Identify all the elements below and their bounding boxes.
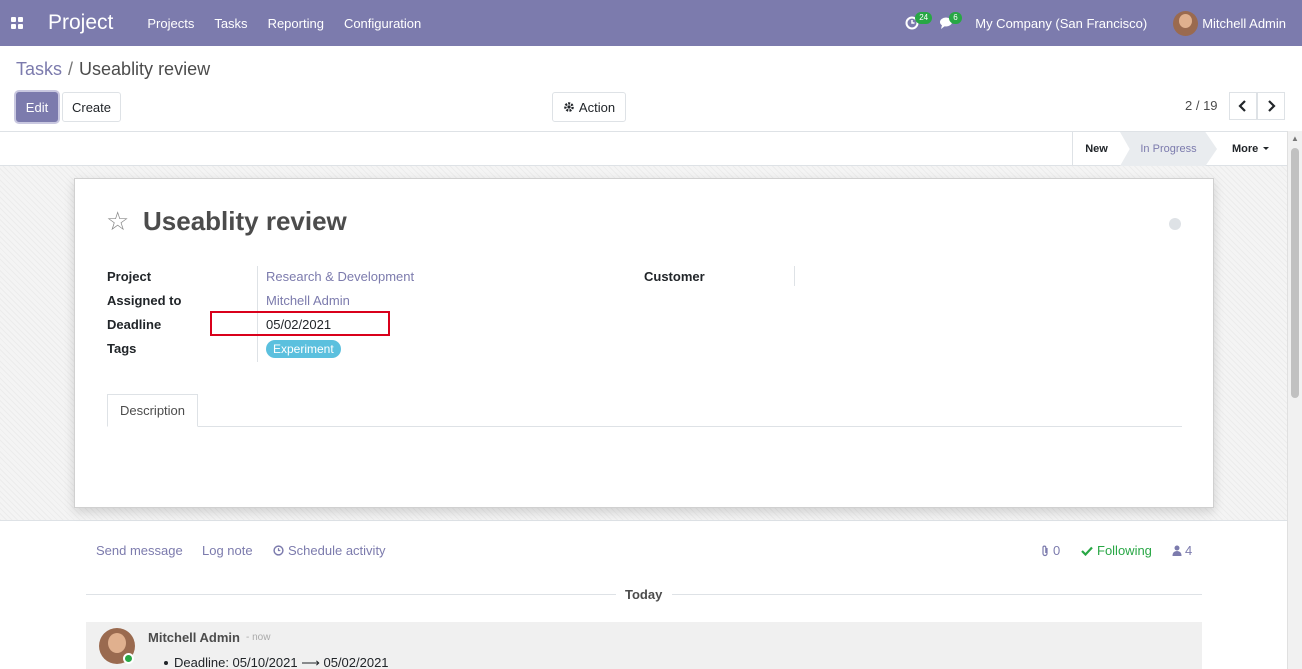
gear-icon <box>564 102 574 112</box>
attachments-count: 0 <box>1053 543 1061 558</box>
messaging-menu[interactable]: 6 <box>939 0 962 46</box>
menu-configuration[interactable]: Configuration <box>344 16 421 31</box>
chevron-left-icon <box>1238 100 1246 112</box>
pager-previous-button[interactable] <box>1229 92 1257 120</box>
message-tracking-value: Deadline: 05/10/2021 ⟶ 05/02/2021 <box>164 655 389 669</box>
scrollbar[interactable]: ▲ <box>1287 131 1302 669</box>
action-label: Action <box>578 99 616 115</box>
chevron-right-icon <box>1268 100 1276 112</box>
assigned-to-value[interactable]: Mitchell Admin <box>266 293 350 308</box>
date-separator: Today <box>625 587 663 602</box>
schedule-activity-label: Schedule activity <box>288 543 386 558</box>
navbar-systray: 24 6 My Company (San Francisco) Mitchell… <box>905 0 1302 46</box>
project-label: Project <box>107 269 152 284</box>
online-status-icon <box>123 653 134 664</box>
clock-icon <box>273 545 284 556</box>
stage-new[interactable]: New <box>1072 132 1120 166</box>
user-icon <box>1172 545 1182 556</box>
assigned-to-label: Assigned to <box>107 293 182 308</box>
breadcrumb: Tasks / Useablity review <box>16 59 210 80</box>
status-bar: New In Progress More <box>0 131 1287 166</box>
log-note-button[interactable]: Log note <box>202 543 253 558</box>
activity-count-badge: 24 <box>915 12 933 24</box>
top-navbar: Project Projects Tasks Reporting Configu… <box>0 0 1302 46</box>
stage-more-dropdown[interactable]: More <box>1232 132 1270 166</box>
star-icon[interactable]: ☆ <box>106 208 129 234</box>
activity-menu[interactable]: 24 <box>905 0 933 46</box>
create-button[interactable]: Create <box>62 92 121 122</box>
app-brand[interactable]: Project <box>48 11 113 35</box>
pager-next-button[interactable] <box>1257 92 1285 120</box>
user-menu[interactable]: Mitchell Admin <box>1202 16 1286 31</box>
attachments-button[interactable]: 0 <box>1040 543 1060 558</box>
kanban-state-indicator[interactable] <box>1169 218 1181 230</box>
followers-count: 4 <box>1185 543 1193 558</box>
deadline-value: 05/02/2021 <box>266 317 332 332</box>
tags-label: Tags <box>107 341 137 356</box>
pager-value[interactable]: 2 / 19 <box>1185 98 1218 113</box>
message-author[interactable]: Mitchell Admin <box>148 630 240 645</box>
deadline-label: Deadline <box>107 317 162 332</box>
tabs-divider <box>107 426 1182 427</box>
scroll-up-arrow-icon[interactable]: ▲ <box>1291 134 1299 143</box>
action-button[interactable]: Action <box>552 92 626 122</box>
message-timestamp: - now <box>246 632 271 643</box>
tab-description[interactable]: Description <box>107 394 198 427</box>
caret-down-icon <box>1263 147 1270 150</box>
today-divider-left <box>86 594 616 595</box>
stage-in-progress[interactable]: In Progress <box>1120 132 1217 166</box>
followers-button[interactable]: 4 <box>1172 543 1192 558</box>
breadcrumb-separator: / <box>68 59 74 79</box>
apps-menu-icon[interactable] <box>0 0 34 46</box>
tag-badge[interactable]: Experiment <box>266 340 341 358</box>
project-value[interactable]: Research & Development <box>266 269 414 284</box>
check-icon <box>1081 546 1093 556</box>
user-avatar[interactable] <box>1173 10 1199 36</box>
schedule-activity-button[interactable]: Schedule activity <box>273 543 386 558</box>
today-divider-right <box>672 594 1202 595</box>
paperclip-icon <box>1042 545 1048 556</box>
following-label: Following <box>1097 543 1152 558</box>
messages-count-badge: 6 <box>949 12 962 24</box>
menu-reporting[interactable]: Reporting <box>268 16 324 31</box>
field-divider-customer <box>794 266 795 286</box>
stage-more-label: More <box>1232 143 1259 155</box>
edit-button[interactable]: Edit <box>16 92 58 122</box>
company-switcher[interactable]: My Company (San Francisco) <box>975 16 1147 31</box>
menu-projects[interactable]: Projects <box>147 16 194 31</box>
following-button[interactable]: Following <box>1081 543 1152 558</box>
customer-label: Customer <box>644 269 705 284</box>
scrollbar-thumb[interactable] <box>1291 148 1299 398</box>
breadcrumb-current: Useablity review <box>79 59 211 79</box>
breadcrumb-tasks-link[interactable]: Tasks <box>16 59 62 79</box>
menu-tasks[interactable]: Tasks <box>214 16 247 31</box>
send-message-button[interactable]: Send message <box>96 543 183 558</box>
task-title: Useablity review <box>143 206 347 236</box>
